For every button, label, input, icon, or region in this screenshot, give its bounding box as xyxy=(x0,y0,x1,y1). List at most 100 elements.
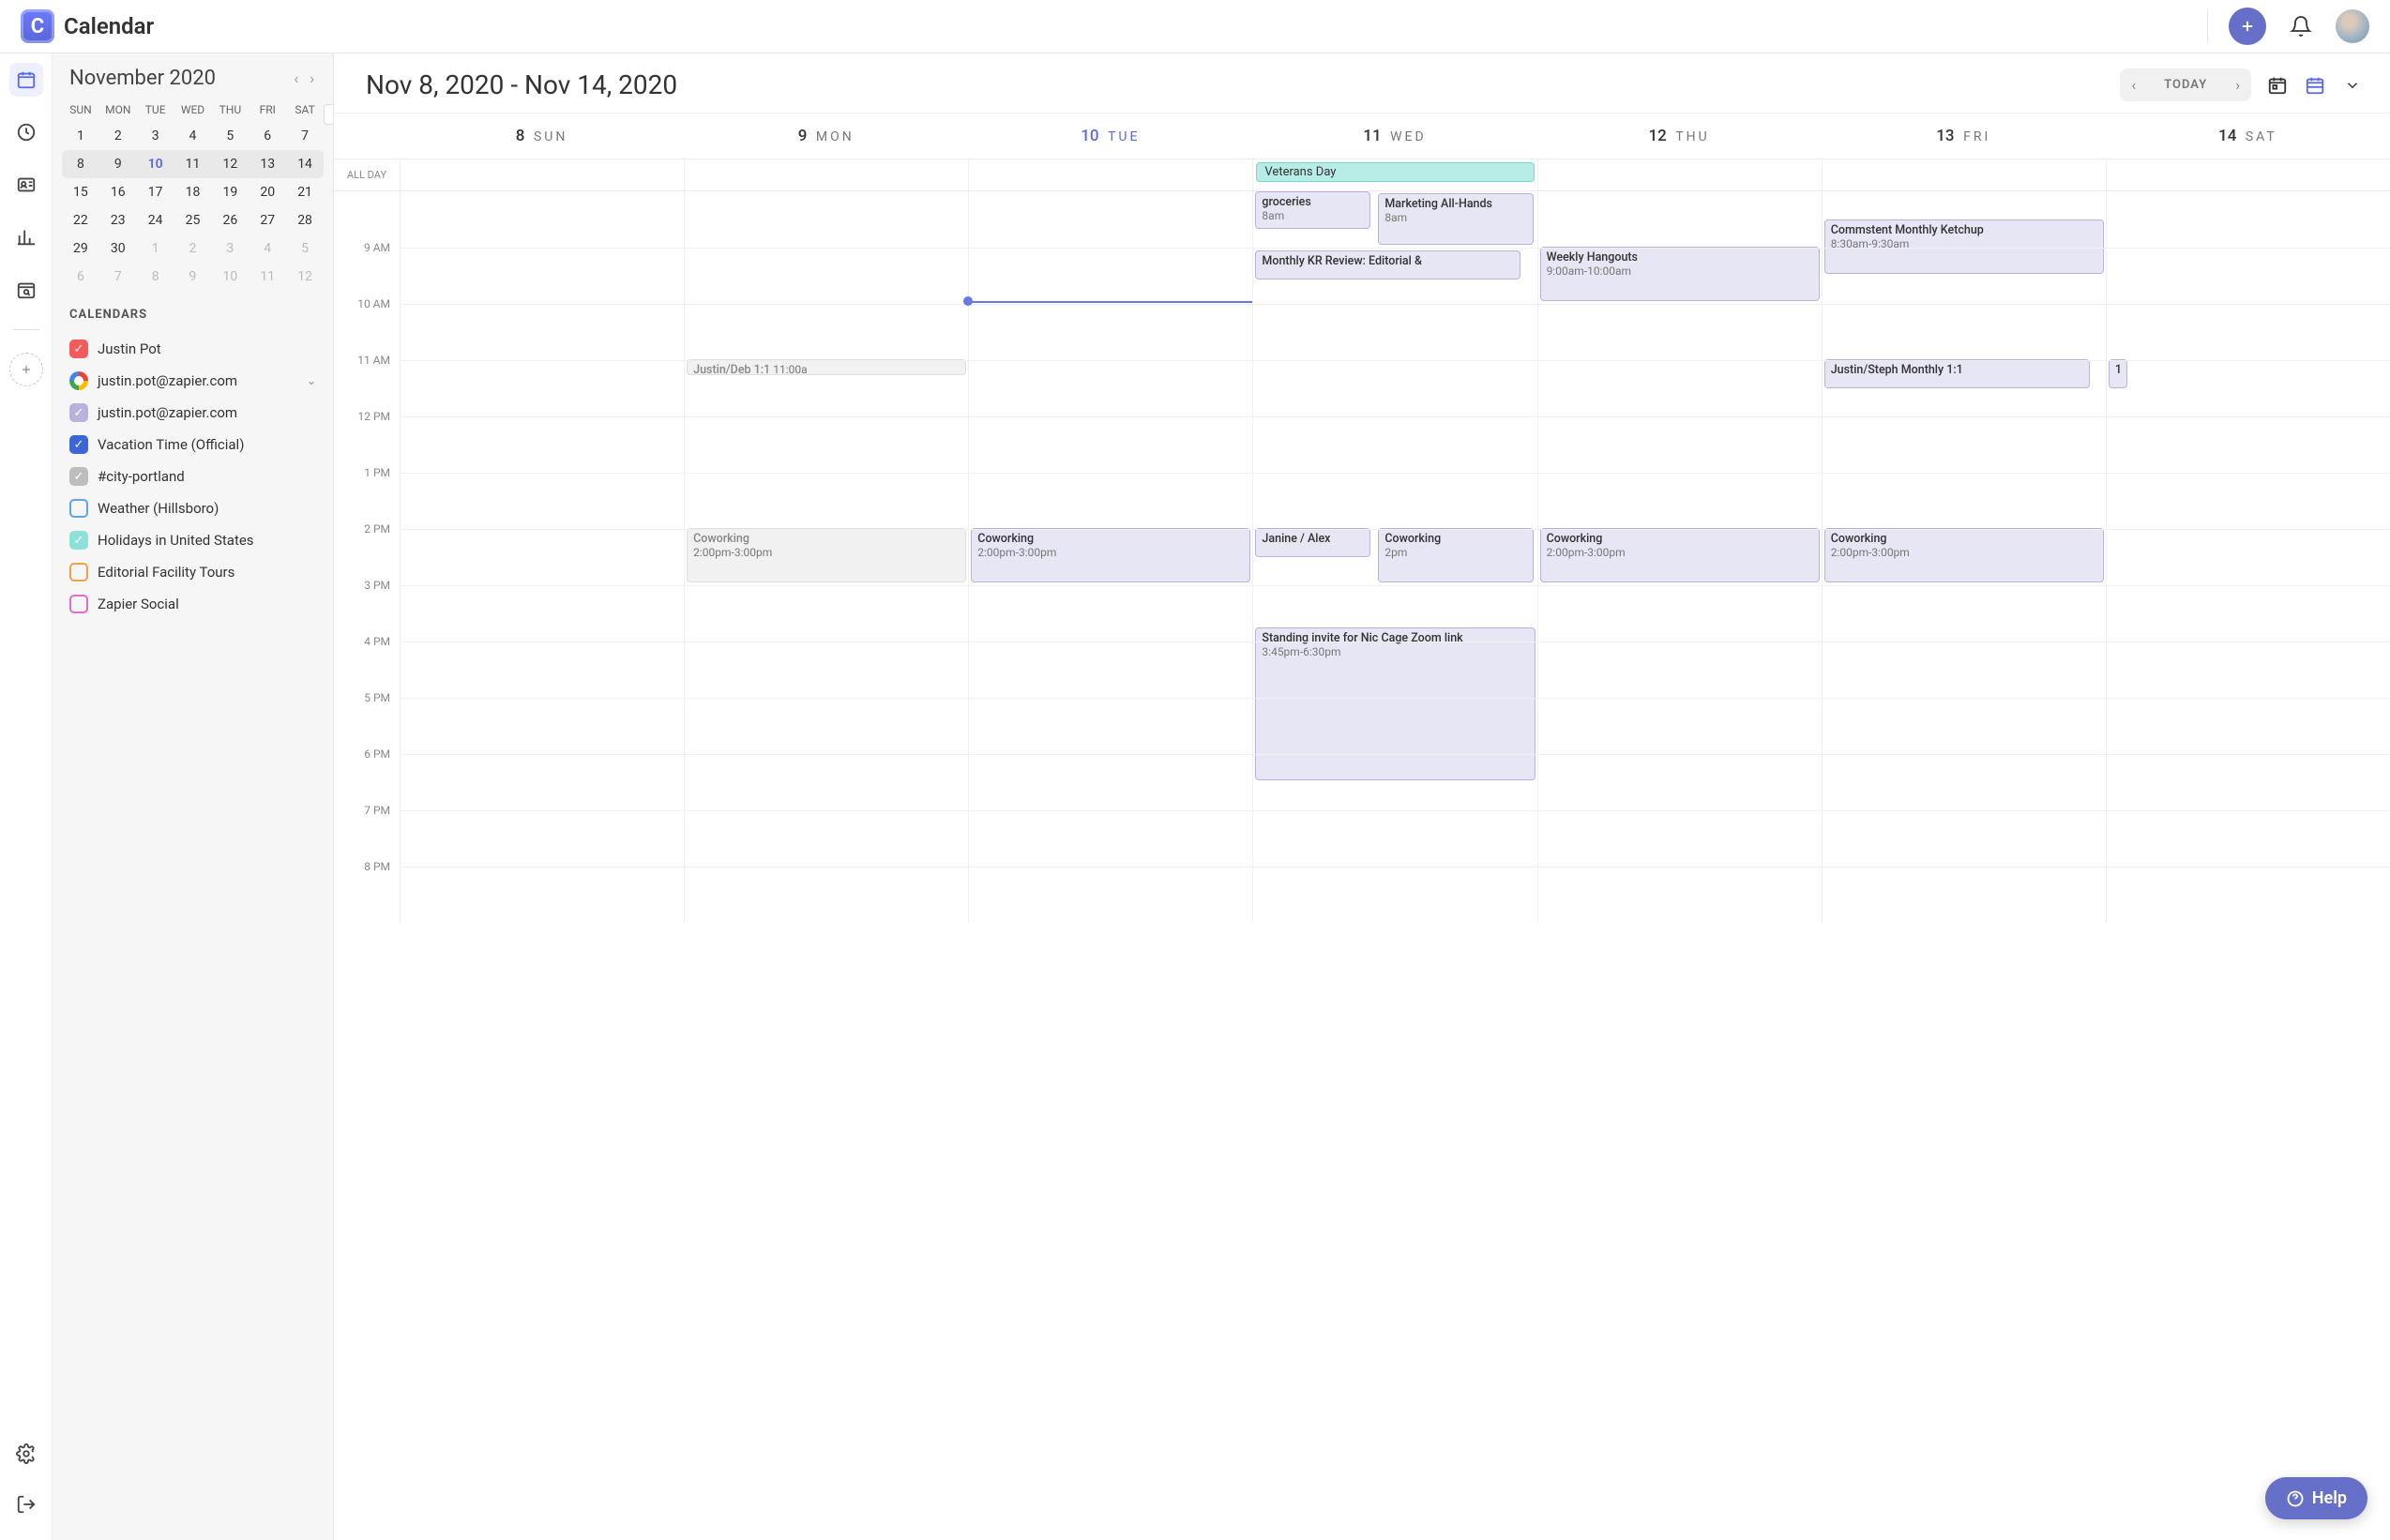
calendar-event[interactable]: Justin/Deb 1:1 11:00a xyxy=(687,359,966,375)
day-header[interactable]: 12 THU xyxy=(1537,113,1822,159)
view-dropdown-button[interactable] xyxy=(2341,74,2364,97)
mini-day[interactable]: 19 xyxy=(211,178,249,206)
notifications-button[interactable] xyxy=(2287,12,2315,40)
day-header[interactable]: 13 FRI xyxy=(1822,113,2106,159)
rail-logout[interactable] xyxy=(9,1487,43,1521)
calendar-item[interactable]: Editorial Facility Tours xyxy=(69,556,316,588)
mini-day[interactable]: 17 xyxy=(137,178,174,206)
checkbox-icon[interactable] xyxy=(69,595,88,613)
rail-calendar[interactable] xyxy=(9,63,43,97)
checkbox-icon[interactable]: ✓ xyxy=(69,467,88,486)
checkbox-icon[interactable]: ✓ xyxy=(69,531,88,550)
mini-day[interactable]: 2 xyxy=(174,234,212,263)
day-header[interactable]: 11 WED xyxy=(1252,113,1536,159)
day-header[interactable]: 14 SAT xyxy=(2106,113,2390,159)
calendar-event[interactable]: Coworking2:00pm-3:00pm xyxy=(687,528,966,582)
day-column[interactable] xyxy=(400,191,684,923)
checkbox-icon[interactable] xyxy=(69,563,88,581)
mini-day[interactable]: 11 xyxy=(249,263,286,291)
checkbox-icon[interactable]: ✓ xyxy=(69,403,88,422)
mini-day[interactable]: 1 xyxy=(137,234,174,263)
mini-prev-button[interactable]: ‹ xyxy=(292,68,300,89)
mini-day[interactable]: 3 xyxy=(137,122,174,150)
user-avatar[interactable] xyxy=(2336,9,2369,43)
mini-day[interactable]: 9 xyxy=(174,263,212,291)
day-column[interactable]: Weekly Hangouts9:00am-10:00amCoworking2:… xyxy=(1537,191,1822,923)
rail-settings[interactable] xyxy=(9,1437,43,1471)
view-week-button[interactable] xyxy=(2304,74,2326,97)
day-header[interactable]: 8 SUN xyxy=(400,113,684,159)
mini-day[interactable]: 11 xyxy=(174,150,212,178)
mini-day[interactable]: 16 xyxy=(99,178,137,206)
calendar-item[interactable]: ✓Vacation Time (Official) xyxy=(69,429,316,460)
mini-day[interactable]: 27 xyxy=(249,206,286,234)
calendar-item[interactable]: ✓Holidays in United States xyxy=(69,524,316,556)
mini-day[interactable]: 10 xyxy=(137,150,174,178)
calendar-event[interactable]: Standing invite for Nic Cage Zoom link3:… xyxy=(1255,627,1535,780)
mini-day[interactable]: 8 xyxy=(137,263,174,291)
rail-analytics[interactable] xyxy=(9,220,43,254)
calendar-event[interactable]: groceries8am xyxy=(1255,191,1370,229)
calendar-item[interactable]: ✓#city-portland xyxy=(69,460,316,492)
mini-day[interactable]: 21 xyxy=(286,178,324,206)
calendar-event[interactable]: Janine / Alex xyxy=(1255,528,1370,557)
calendar-event[interactable]: Coworking2:00pm-3:00pm xyxy=(971,528,1250,582)
mini-day[interactable]: 26 xyxy=(211,206,249,234)
checkbox-icon[interactable] xyxy=(69,499,88,518)
calendar-event[interactable]: Commstent Monthly Ketchup8:30am-9:30am xyxy=(1824,219,2104,274)
mini-day[interactable]: 5 xyxy=(211,122,249,150)
checkbox-icon[interactable]: ✓ xyxy=(69,340,88,358)
mini-day[interactable]: 10 xyxy=(211,263,249,291)
day-column[interactable]: Justin/Deb 1:1 11:00a Coworking2:00pm-3:0… xyxy=(684,191,968,923)
mini-day[interactable]: 6 xyxy=(249,122,286,150)
mini-day[interactable]: 1 xyxy=(62,122,99,150)
mini-day[interactable]: 6 xyxy=(62,263,99,291)
mini-day[interactable]: 25 xyxy=(174,206,212,234)
calendar-item[interactable]: ✓justin.pot@zapier.com xyxy=(69,397,316,429)
calendar-item[interactable]: Zapier Social xyxy=(69,588,316,620)
mini-day[interactable]: 23 xyxy=(99,206,137,234)
calendar-event[interactable]: Justin/Steph Monthly 1:1 xyxy=(1824,359,2090,388)
calendar-primary[interactable]: ✓ Justin Pot xyxy=(69,333,316,365)
mini-day[interactable]: 14 xyxy=(286,150,324,178)
day-column[interactable]: groceries8amMarketing All-Hands8am Monthl… xyxy=(1252,191,1536,923)
mini-day[interactable]: 7 xyxy=(99,263,137,291)
mini-day[interactable]: 20 xyxy=(249,178,286,206)
mini-day[interactable]: 8 xyxy=(62,150,99,178)
mini-day[interactable]: 7 xyxy=(286,122,324,150)
calendar-event[interactable]: Coworking2:00pm-3:00pm xyxy=(1540,528,1820,582)
calendar-event[interactable]: Marketing All-Hands8am xyxy=(1378,193,1533,245)
next-week-button[interactable]: › xyxy=(2224,68,2251,101)
checkbox-icon[interactable]: ✓ xyxy=(69,435,88,454)
rail-clock[interactable] xyxy=(9,115,43,149)
rail-add-button[interactable] xyxy=(9,353,43,386)
calendar-item[interactable]: Weather (Hillsboro) xyxy=(69,492,316,524)
calendar-event[interactable]: 1 xyxy=(2109,359,2127,388)
mini-day[interactable]: 15 xyxy=(62,178,99,206)
prev-week-button[interactable]: ‹ xyxy=(2120,68,2147,101)
rail-contacts[interactable] xyxy=(9,168,43,202)
mini-day[interactable]: 18 xyxy=(174,178,212,206)
mini-day[interactable]: 24 xyxy=(137,206,174,234)
mini-day[interactable]: 12 xyxy=(286,263,324,291)
mini-day[interactable]: 9 xyxy=(99,150,137,178)
create-event-button[interactable] xyxy=(2229,8,2266,45)
mini-day[interactable]: 28 xyxy=(286,206,324,234)
calendar-event[interactable]: Monthly KR Review: Editorial & xyxy=(1255,250,1520,279)
calendar-event[interactable]: Coworking2pm xyxy=(1378,528,1533,582)
view-month-button[interactable] xyxy=(2266,74,2289,97)
mini-day[interactable]: 5 xyxy=(286,234,324,263)
sidebar-collapse-button[interactable]: ‹ xyxy=(324,104,334,125)
mini-day[interactable]: 4 xyxy=(249,234,286,263)
mini-next-button[interactable]: › xyxy=(308,68,316,89)
mini-day[interactable]: 12 xyxy=(211,150,249,178)
calendar-account[interactable]: justin.pot@zapier.com ⌄ xyxy=(69,365,316,397)
mini-day[interactable]: 13 xyxy=(249,150,286,178)
calendar-event[interactable]: Coworking2:00pm-3:00pm xyxy=(1824,528,2104,582)
today-button[interactable]: TODAY xyxy=(2147,70,2224,99)
chevron-down-icon[interactable]: ⌄ xyxy=(307,374,316,387)
mini-day[interactable]: 3 xyxy=(211,234,249,263)
mini-day[interactable]: 29 xyxy=(62,234,99,263)
day-column[interactable]: 1 xyxy=(2106,191,2390,923)
help-button[interactable]: Help xyxy=(2265,1477,2367,1519)
